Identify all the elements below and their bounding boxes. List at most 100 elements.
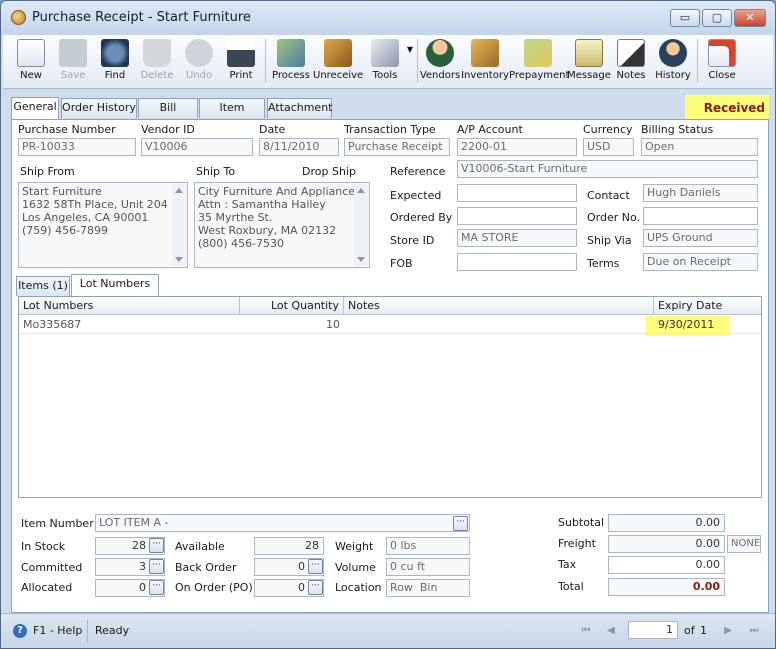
tab-bill-history[interactable]: Bill History [138,98,198,132]
currency-label: Currency [583,123,633,136]
available-field[interactable]: 28 [254,537,324,555]
status-text: Ready [95,624,130,637]
order-no-field[interactable] [643,207,758,225]
item-number-lookup-button[interactable]: ··· [453,516,468,531]
allocated-lookup-button[interactable]: ··· [149,580,164,595]
tab-order-history[interactable]: Order History [61,98,137,118]
unreceive-icon [324,39,352,67]
previous-page-icon[interactable]: ◀ [603,623,619,639]
terms-field[interactable]: Due on Receipt [643,253,758,271]
page-number-input[interactable]: 1 [628,621,678,639]
freight-field[interactable]: 0.00 [608,535,725,553]
column-notes[interactable]: Notes [344,297,654,315]
scroll-down-icon[interactable] [175,257,183,262]
item-number-label: Item Number [21,517,94,530]
ship-via-field[interactable]: UPS Ground [643,229,758,247]
contact-label: Contact [587,189,630,202]
inventory-button[interactable]: Inventory [461,37,509,87]
help-label[interactable]: F1 - Help [33,624,82,637]
cell-expiry-date[interactable]: 9/30/2011 [654,316,761,334]
tools-dropdown-arrow[interactable]: ▼ [404,45,416,59]
expected-field[interactable] [457,184,577,202]
vendors-button[interactable]: Vendors [419,37,461,87]
column-lot-numbers[interactable]: Lot Numbers [19,297,240,315]
on-order-lookup-button[interactable]: ··· [308,580,323,595]
help-icon[interactable]: ? [13,624,27,638]
location-label: Location [335,581,382,594]
last-page-icon[interactable]: ⏭ [746,623,762,639]
tax-label: Tax [558,558,577,571]
scroll-down-icon[interactable] [357,257,365,262]
message-button[interactable]: Message [566,37,612,87]
date-label: Date [259,123,286,136]
prepayment-button[interactable]: Prepayment [509,37,569,87]
fob-field[interactable] [457,253,577,271]
minimize-button[interactable]: ▭ [670,9,700,27]
cell-lot-quantity[interactable]: 10 [240,316,344,334]
ordered-by-field[interactable] [457,207,577,225]
tab-attachment[interactable]: Attachment [267,98,333,118]
process-button[interactable]: Process [269,37,313,87]
committed-lookup-button[interactable]: ··· [149,559,164,574]
subtotal-label: Subtotal [558,516,605,529]
maximize-button[interactable]: ▢ [702,9,732,27]
undo-button[interactable]: Undo [177,37,221,87]
vendor-id-label: Vendor ID [141,123,195,136]
unreceive-button[interactable]: Unreceive [313,37,363,87]
item-number-field[interactable]: LOT ITEM A - [95,514,470,532]
freight-code-field[interactable]: NONE [727,535,761,553]
currency-field[interactable]: USD [583,138,634,156]
store-id-field[interactable]: MA STORE [457,229,577,247]
toolbar: New Save Find Delete Undo Print Process … [3,35,773,89]
save-icon [59,39,87,67]
contact-field[interactable]: Hugh Daniels [643,184,758,202]
close-window-button[interactable]: ✕ [734,9,766,27]
total-field[interactable]: 0.00 [608,578,725,596]
delete-button[interactable]: Delete [135,37,179,87]
first-page-icon[interactable]: ⏮ [578,623,594,639]
billing-status-field[interactable]: Open [641,138,758,156]
status-separator [87,620,88,642]
cell-notes[interactable] [344,316,654,334]
ship-from-scrollbar[interactable] [172,184,186,266]
ship-to-address[interactable]: City Furniture And Appliance Attn : Saman… [194,182,370,268]
ap-account-field[interactable]: 2200-01 [457,138,577,156]
item-summary: Item Number LOT ITEM A - ··· In Stock 28… [13,513,773,609]
history-button[interactable]: History [651,37,695,87]
tax-field[interactable]: 0.00 [608,556,725,574]
notes-button[interactable]: Notes [610,37,652,87]
in-stock-lookup-button[interactable]: ··· [149,538,164,553]
reference-field[interactable]: V10006-Start Furniture [457,160,758,178]
location-field[interactable]: Row Bin [386,579,470,597]
scroll-up-icon[interactable] [175,188,183,193]
transaction-type-field[interactable]: Purchase Receipt [344,138,450,156]
print-button[interactable]: Print [219,37,263,87]
find-button[interactable]: Find [93,37,137,87]
close-icon [708,39,736,67]
ship-to-scrollbar[interactable] [354,184,368,266]
volume-field[interactable]: 0 cu ft [386,558,470,576]
tab-lot-numbers[interactable]: Lot Numbers (1) [71,274,159,308]
vendor-id-field[interactable]: V10006 [141,138,253,156]
column-expiry-date[interactable]: Expiry Date [654,297,761,315]
tools-button[interactable]: Tools [363,37,407,87]
save-button[interactable]: Save [51,37,95,87]
next-page-icon[interactable]: ▶ [720,623,736,639]
scroll-up-icon[interactable] [357,188,365,193]
date-field[interactable]: 8/11/2010 [259,138,339,156]
back-order-lookup-button[interactable]: ··· [308,559,323,574]
close-button[interactable]: Close [700,37,744,87]
ship-from-label: Ship From [20,165,75,178]
new-button[interactable]: New [9,37,53,87]
ship-from-address[interactable]: Start Furniture 1632 58Th Place, Unit 204… [18,182,188,268]
subtotal-field[interactable]: 0.00 [608,514,725,532]
on-order-label: On Order (PO) [175,581,253,594]
weight-field[interactable]: 0 lbs [386,537,470,555]
tab-items[interactable]: Items (1) [16,276,70,296]
tab-item-history[interactable]: Item History [199,98,265,132]
prepayment-icon [524,39,552,67]
cell-lot-number[interactable]: Mo335687 [19,316,240,334]
purchase-number-field[interactable]: PR-10033 [18,138,136,156]
column-lot-quantity[interactable]: Lot Quantity [240,297,344,315]
tab-general[interactable]: General [11,97,59,119]
